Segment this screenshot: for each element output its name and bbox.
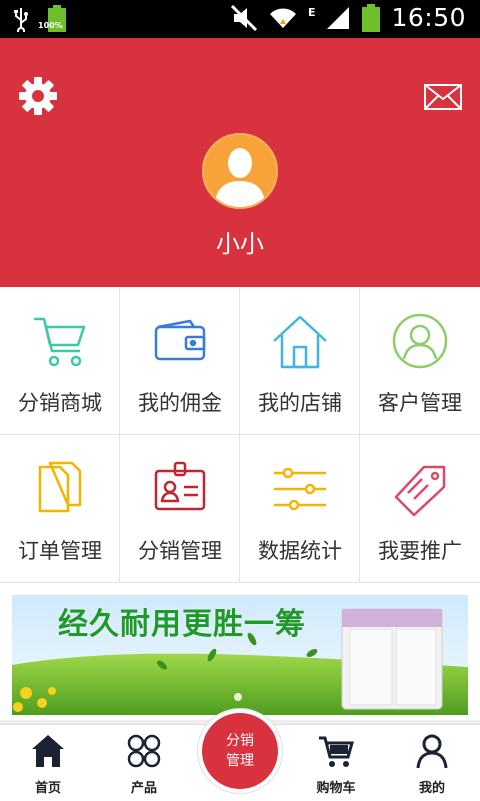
washing-machine-image bbox=[341, 608, 443, 710]
grid-item-my-store[interactable]: 我的店铺 bbox=[240, 287, 360, 435]
user-silhouette-icon bbox=[214, 148, 266, 207]
id-card-icon bbox=[154, 461, 206, 511]
tag-icon bbox=[394, 465, 446, 517]
wifi-icon bbox=[269, 7, 296, 28]
wallet-icon bbox=[154, 319, 206, 361]
battery-percent: 100% bbox=[38, 21, 63, 30]
cart-icon bbox=[319, 736, 354, 767]
grid-item-label: 客户管理 bbox=[378, 391, 462, 415]
grid-item-data-statistics[interactable]: 数据统计 bbox=[240, 435, 360, 583]
center-button-label: 分销 管理 bbox=[202, 713, 278, 789]
grid-item-my-commission[interactable]: 我的佣金 bbox=[120, 287, 240, 435]
grid-item-label: 订单管理 bbox=[18, 539, 102, 563]
grid-item-label: 分销管理 bbox=[138, 539, 222, 563]
tab-mine[interactable]: 我的 bbox=[384, 725, 480, 801]
mail-icon[interactable] bbox=[424, 84, 462, 110]
distribution-management-center-button[interactable]: 分销 管理 bbox=[197, 708, 283, 794]
grid-item-label: 我的店铺 bbox=[258, 391, 342, 415]
battery-icon bbox=[362, 3, 381, 32]
grid-item-distribution-mall[interactable]: 分销商城 bbox=[0, 287, 120, 435]
grid-products-icon bbox=[127, 734, 161, 768]
promo-banner[interactable]: 经久耐用更胜一筹 bbox=[12, 595, 468, 715]
tab-label: 首页 bbox=[34, 781, 61, 796]
tab-products[interactable]: 产品 bbox=[96, 725, 192, 801]
signal-icon bbox=[327, 6, 350, 29]
grid-item-customer-management[interactable]: 客户管理 bbox=[360, 287, 480, 435]
feature-grid: 分销商城 我的佣金 我的店铺 客户管理 订单管理 分销管理 数据统计 我要推广 bbox=[0, 287, 480, 583]
shopping-cart-icon bbox=[34, 317, 86, 367]
customer-icon bbox=[392, 313, 448, 369]
tab-label: 产品 bbox=[130, 781, 157, 796]
grid-item-promote[interactable]: 我要推广 bbox=[360, 435, 480, 583]
grid-item-label: 我的佣金 bbox=[138, 391, 222, 415]
status-bar: 100% E 16:50 bbox=[0, 0, 480, 38]
mute-icon bbox=[230, 4, 257, 31]
center-label-line1: 分销 bbox=[226, 733, 254, 749]
grid-item-label: 数据统计 bbox=[258, 539, 342, 563]
carousel-dot[interactable] bbox=[234, 693, 242, 701]
documents-icon bbox=[38, 461, 82, 513]
status-right: E 16:50 bbox=[230, 3, 466, 32]
network-type: E bbox=[307, 6, 316, 19]
tab-label: 购物车 bbox=[316, 781, 356, 796]
house-icon bbox=[273, 315, 327, 369]
tab-home[interactable]: 首页 bbox=[0, 725, 96, 801]
tab-label: 我的 bbox=[418, 781, 445, 796]
profile-header: 小小 bbox=[0, 38, 480, 287]
avatar[interactable] bbox=[202, 133, 278, 209]
grid-item-order-management[interactable]: 订单管理 bbox=[0, 435, 120, 583]
center-label-line2: 管理 bbox=[226, 753, 254, 769]
banner-headline: 经久耐用更胜一筹 bbox=[58, 607, 306, 642]
tab-cart[interactable]: 购物车 bbox=[288, 725, 384, 801]
person-icon bbox=[416, 734, 448, 769]
clock: 16:50 bbox=[391, 3, 466, 32]
grid-item-label: 我要推广 bbox=[378, 539, 462, 563]
username: 小小 bbox=[216, 230, 264, 258]
grid-item-distribution-management[interactable]: 分销管理 bbox=[120, 435, 240, 583]
usb-icon bbox=[14, 8, 28, 32]
home-icon bbox=[32, 735, 64, 767]
sliders-icon bbox=[274, 467, 326, 511]
settings-gear-icon[interactable] bbox=[18, 76, 58, 116]
carousel-dots bbox=[234, 693, 242, 701]
grid-item-label: 分销商城 bbox=[18, 391, 102, 415]
